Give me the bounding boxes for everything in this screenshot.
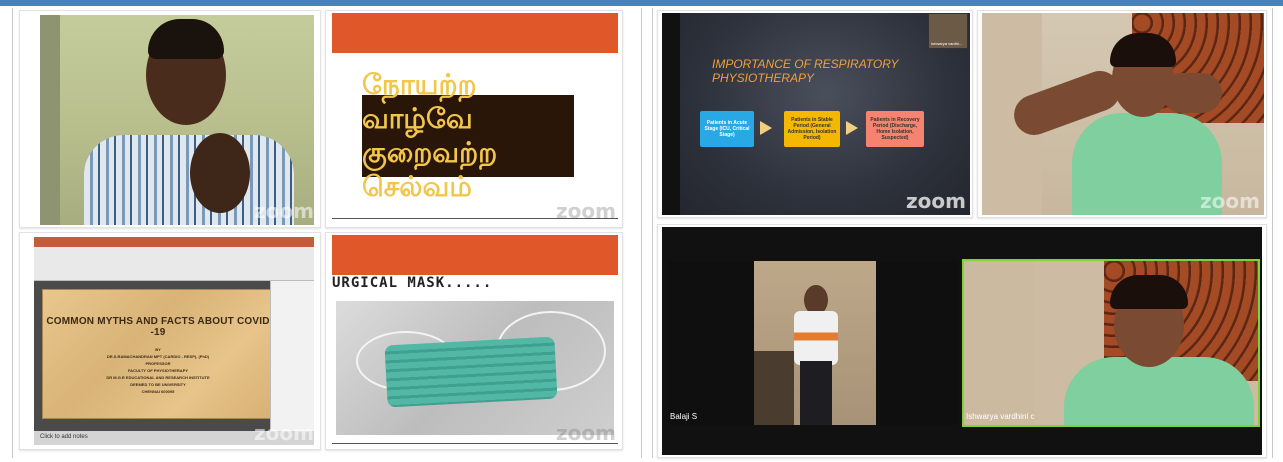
ppt-deemed: DEEMED TO BE UNIVERSITY (130, 382, 186, 387)
zoom-watermark: zoom (254, 199, 314, 223)
respiratory-slide: IMPORTANCE OF RESPIRATORY PHYSIOTHERAPY … (680, 13, 970, 215)
ppt-title-slide: COMMON MYTHS AND FACTS ABOUT COVID -19 B… (42, 289, 274, 419)
left-collage-panel: zoom நோயற்ற வாழ்வே குறைவற்ற செல்வம் zoom… (12, 8, 642, 458)
video-tile-mask-slide[interactable]: URGICAL MASK..... zoom (325, 232, 623, 450)
resp-title-line-2: PHYSIOTHERAPY (712, 71, 815, 85)
video-tile-resp-slide[interactable]: IMPORTANCE OF RESPIRATORY PHYSIOTHERAPY … (657, 10, 973, 218)
ppt-faculty: FACULTY OF PHYSIOTHERAPY (127, 368, 189, 373)
zoom-watermark: zoom (906, 189, 966, 213)
participant-tile-balaji[interactable]: Balaji S (668, 261, 958, 425)
slide-header-band (332, 235, 618, 275)
shared-slide-video: IMPORTANCE OF RESPIRATORY PHYSIOTHERAPY … (662, 13, 970, 215)
webcam-feed (40, 15, 314, 225)
ppt-author: DR.S.RAMACHANDRAN MPT (CARDIO - RESP), (… (106, 354, 210, 359)
top-accent-bar (0, 0, 1283, 6)
shared-slide: URGICAL MASK..... (332, 235, 618, 447)
video-tile-ppt[interactable]: COMMON MYTHS AND FACTS ABOUT COVID -19 B… (19, 232, 321, 450)
ppt-slide-title: COMMON MYTHS AND FACTS ABOUT COVID -19 (46, 316, 270, 338)
thumbnail-name: Ishwarya vardhi... (931, 41, 963, 46)
zoom-watermark: zoom (1200, 189, 1260, 213)
video-tile-gallery[interactable]: Balaji S Ishwarya vardhini c (657, 224, 1267, 458)
zoom-gallery-view: Balaji S Ishwarya vardhini c (662, 227, 1262, 455)
slide-header-band (332, 13, 618, 53)
video-tile-woman[interactable]: zoom (977, 10, 1267, 218)
video-tile-tamil-slide[interactable]: நோயற்ற வாழ்வே குறைவற்ற செல்வம் zoom (325, 10, 623, 228)
ppt-role: PROFESSOR (145, 361, 171, 366)
tamil-slogan-banner: நோயற்ற வாழ்வே குறைவற்ற செல்வம் (362, 68, 574, 203)
zoom-watermark: zoom (556, 199, 616, 223)
flow-box-recovery: Patients in Recovery Period (Discharge, … (866, 111, 924, 147)
ppt-ribbon (34, 237, 314, 281)
ppt-city: CHENNAI 600095 (141, 389, 175, 394)
resp-title-line-1: IMPORTANCE OF RESPIRATORY (712, 57, 899, 71)
participant-video (754, 261, 876, 425)
flow-arrow-icon (760, 121, 772, 135)
video-tile-man[interactable]: zoom (19, 10, 321, 228)
self-view-thumbnail: Ishwarya vardhi... (928, 13, 968, 49)
flow-box-acute: Patients in Acute Stage (ICU, Critical S… (700, 111, 754, 147)
powerpoint-window: COMMON MYTHS AND FACTS ABOUT COVID -19 B… (34, 237, 314, 445)
webcam-feed (982, 13, 1264, 215)
flow-arrow-icon (846, 121, 858, 135)
mask-slide-title: URGICAL MASK..... (332, 275, 493, 291)
shared-slide: நோயற்ற வாழ்வே குறைவற்ற செல்வம் (332, 13, 618, 223)
participant-tile-ishwarya-active-speaker[interactable]: Ishwarya vardhini c (962, 259, 1260, 427)
participant-name: Ishwarya vardhini c (966, 412, 1035, 421)
right-collage-panel: IMPORTANCE OF RESPIRATORY PHYSIOTHERAPY … (652, 8, 1273, 458)
zoom-watermark: zoom (254, 421, 314, 445)
tamil-line-2: குறைவற்ற செல்வம் (362, 136, 498, 203)
tamil-line-1: நோயற்ற வாழ்வே (362, 68, 477, 135)
flow-box-stable: Patients in Stable Period (General Admis… (784, 111, 840, 147)
ppt-institute: DR M.G.R EDUCATIONAL AND RESEARCH INSTIT… (106, 375, 210, 380)
surgical-mask-photo (336, 301, 614, 435)
zoom-watermark: zoom (556, 421, 616, 445)
resp-slide-title: IMPORTANCE OF RESPIRATORY PHYSIOTHERAPY (712, 57, 898, 85)
participant-name: Balaji S (670, 412, 698, 421)
ppt-by: BY (155, 347, 161, 352)
